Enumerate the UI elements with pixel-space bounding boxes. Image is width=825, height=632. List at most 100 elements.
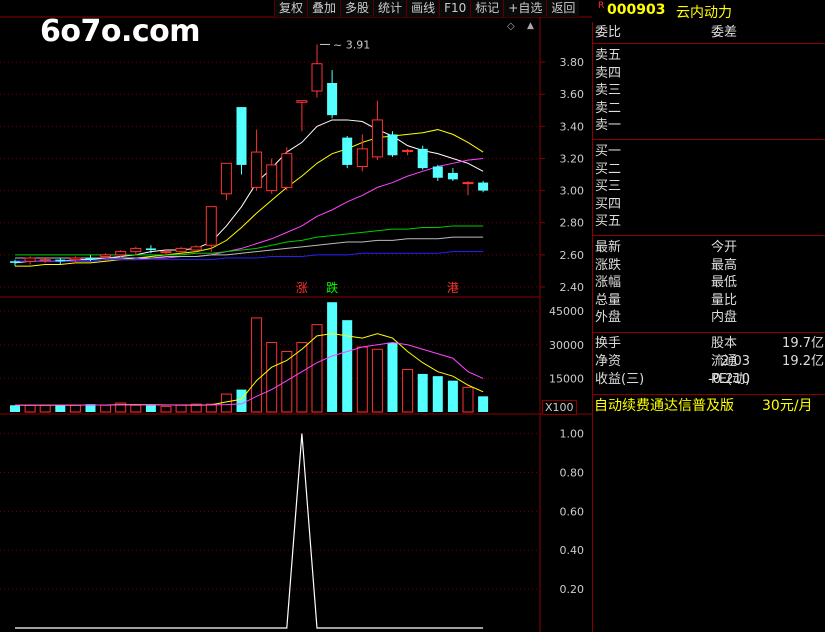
divider [593, 43, 825, 44]
weibi-row: 委比 委差 [593, 24, 825, 42]
event-marker: 跌 [326, 280, 338, 295]
y-tick-label: 3.80 [560, 56, 585, 69]
toolbar-button[interactable]: 多股 [340, 0, 374, 17]
ad-price[interactable]: 30元/月 [762, 395, 813, 417]
row-label: 涨跌 [595, 257, 622, 273]
row-label: 买二 [595, 161, 622, 177]
row-label: 卖五 [595, 48, 622, 63]
ma-line [14, 119, 484, 264]
volume-bar [447, 380, 458, 412]
y-tick-label: 0.80 [560, 466, 585, 479]
y-tick-label: 3.00 [560, 185, 585, 198]
y-tick-label: 2.60 [560, 249, 585, 262]
candle-body [130, 247, 142, 253]
row-label: 卖三 [595, 83, 622, 98]
stock-header: R 000903 云内动力 [594, 0, 825, 22]
buy-row: 买三 [593, 178, 825, 196]
y-tick-label: 0.60 [560, 505, 585, 518]
indicator-line [15, 433, 484, 629]
row-label-2: 委差 [711, 25, 738, 40]
upgrade-ad[interactable]: 自动续费通达信普及版 30元/月 [592, 395, 825, 417]
sell-row: 卖三 [593, 82, 825, 100]
up-arrow-icon[interactable]: ▲ [527, 21, 534, 31]
volume-bar [478, 396, 489, 412]
row-label: 卖四 [595, 65, 622, 81]
buy-row: 买一 [593, 143, 825, 161]
volume-bar [356, 346, 368, 413]
ad-text[interactable]: 自动续费通达信普及版 [594, 395, 734, 417]
row-label: 换手 [595, 336, 622, 351]
volume-bar [100, 404, 112, 413]
volume-unit-label: X100 [542, 400, 577, 415]
stats-row: 涨幅 最低 [593, 274, 825, 292]
candle-body [311, 63, 323, 92]
row-label-2: 最低 [711, 275, 738, 290]
sell-row: 卖二 [593, 100, 825, 118]
row-label: 涨幅 [595, 275, 622, 290]
row-label: 最新 [595, 240, 622, 255]
divider [593, 139, 825, 140]
row-label-2: 最高 [711, 257, 738, 273]
volume-bar [417, 373, 428, 412]
stock-name: 云内动力 [676, 5, 732, 21]
toolbar-button[interactable]: 画线 [406, 0, 440, 17]
volume-bar [387, 342, 398, 412]
buy-row: 买二 [593, 161, 825, 179]
candle-body [356, 148, 368, 168]
volume-bar [160, 405, 172, 413]
volume-bar [69, 404, 81, 413]
y-tick-label: 45000 [549, 305, 584, 318]
volume-bar [55, 405, 66, 412]
buy-row: 买四 [593, 196, 825, 214]
toolbar-button[interactable]: 复权 [274, 0, 308, 17]
sell-row: 卖五 [593, 47, 825, 65]
ma-line [15, 157, 484, 262]
candle-body [387, 134, 398, 156]
y-tick-label: 30000 [549, 339, 584, 352]
candle-body [281, 153, 293, 188]
candle-body [55, 259, 66, 262]
diamond-icon[interactable]: ◇ [507, 21, 515, 32]
toolbar-button[interactable]: +自选 [503, 0, 547, 17]
candle-body [145, 248, 156, 251]
candle-body [236, 107, 247, 165]
volume-bar [39, 404, 51, 413]
candle-body [160, 251, 172, 254]
toolbar-button[interactable]: F10 [439, 0, 471, 17]
volume-bar [24, 404, 36, 413]
divider [593, 235, 825, 236]
y-tick-label: 3.40 [560, 120, 585, 133]
ma-line [15, 225, 484, 256]
row-label-2: 流通 [711, 354, 738, 369]
candle-body [220, 162, 232, 195]
candle-body [371, 119, 383, 158]
row-label: 卖二 [595, 100, 622, 116]
row-label: 净资 [595, 354, 622, 369]
candle-body [342, 137, 353, 165]
candle-body [190, 246, 202, 251]
stock-code: 000903 [607, 2, 666, 18]
y-tick-label: 0.40 [560, 544, 585, 557]
stats-row: 最新 今开 [593, 239, 825, 257]
volume-bar [236, 389, 247, 412]
fund-row: 净资 2.03 流通 19.2亿 [593, 353, 825, 371]
kline-chart[interactable]: 2.40 2.60 2.80 3.00 3.20 3.40 3.60 3.80 ~ 3.91 涨 跌… [0, 0, 592, 632]
peak-label: ~ 3.91 [333, 38, 370, 51]
y-tick-label: 3.20 [560, 152, 585, 165]
quote-panel: 委比 委差 卖五 卖四 卖三 卖二 卖一 买一 买二 买三 买四 买五 最新 今开 涨跌 最高 涨幅 最低 总量 量比… [592, 22, 825, 632]
event-marker: 港 [447, 281, 459, 295]
candle-body [85, 258, 96, 260]
volume-bar [10, 405, 20, 412]
candle-body [100, 254, 112, 257]
volume-bar [130, 404, 142, 413]
candle-body [327, 83, 338, 116]
toolbar-button[interactable]: 标记 [470, 0, 504, 17]
toolbar-button[interactable]: 统计 [373, 0, 407, 17]
toolbar-button[interactable]: 返回 [546, 0, 580, 17]
candle-body [266, 164, 278, 192]
row-label-2: 内盘 [711, 310, 738, 325]
toolbar-button[interactable]: 叠加 [307, 0, 341, 17]
event-marker: 涨 [296, 280, 308, 295]
volume-bar [175, 404, 187, 413]
candle-body [39, 259, 51, 262]
